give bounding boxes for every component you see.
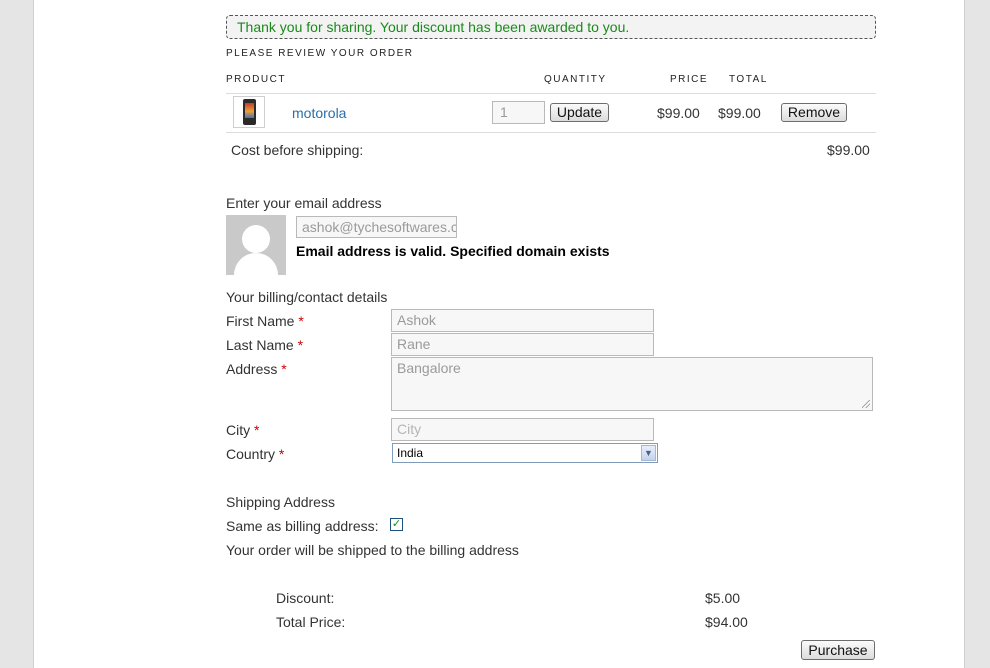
email-label: Enter your email address [226,195,382,211]
remove-button[interactable]: Remove [781,103,847,122]
table-divider [226,93,876,94]
first-name-field[interactable]: Ashok [391,309,654,332]
email-field[interactable]: ashok@tychesoftwares.com [296,216,457,238]
item-price: $99.00 [657,105,700,121]
required-marker: * [298,313,304,329]
billing-heading: Your billing/contact details [226,289,388,305]
update-button[interactable]: Update [550,103,609,122]
country-select[interactable]: India ▼ [392,443,658,463]
chevron-down-icon[interactable]: ▼ [641,445,656,461]
country-label: Country * [226,446,285,462]
resize-handle[interactable] [862,400,870,408]
shipping-note: Your order will be shipped to the billin… [226,542,519,558]
last-name-label: Last Name * [226,337,304,353]
address-label: Address * [226,361,287,377]
city-label: City * [226,422,260,438]
email-validation-message: Email address is valid. Specified domain… [296,243,610,259]
same-as-billing-checkbox[interactable]: ✓ [390,518,403,531]
total-price-label: Total Price: [276,614,346,630]
required-marker: * [281,361,287,377]
last-name-field[interactable]: Rane [391,333,654,356]
cost-before-shipping-value: $99.00 [827,142,870,158]
address-textarea[interactable]: Bangalore [391,357,873,411]
item-total: $99.00 [718,105,761,121]
purchase-button[interactable]: Purchase [801,640,875,660]
discount-value: $5.00 [705,590,741,606]
same-as-billing-label: Same as billing address: [226,518,379,534]
discount-label: Discount: [276,590,335,606]
column-header-price: PRICE [670,74,709,85]
shipping-heading: Shipping Address [226,494,335,510]
review-order-heading: PLEASE REVIEW YOUR ORDER [226,48,414,59]
quantity-input[interactable]: 1 [492,101,545,124]
table-divider [226,132,876,133]
discount-notice: Thank you for sharing. Your discount has… [226,15,876,39]
column-header-total: TOTAL [729,74,768,85]
cost-before-shipping-label: Cost before shipping: [231,142,364,158]
required-marker: * [254,422,260,438]
product-link[interactable]: motorola [292,105,346,121]
required-marker: * [297,337,304,353]
column-header-product: PRODUCT [226,74,286,85]
phone-thumbnail-icon[interactable] [233,96,265,128]
city-field[interactable]: City [391,418,654,441]
column-header-quantity: QUANTITY [544,74,607,85]
required-marker: * [278,446,285,462]
first-name-label: First Name * [226,313,304,329]
total-price-value: $94.00 [705,614,748,630]
default-avatar-icon [226,215,286,275]
checkmark-icon: ✓ [391,518,402,530]
